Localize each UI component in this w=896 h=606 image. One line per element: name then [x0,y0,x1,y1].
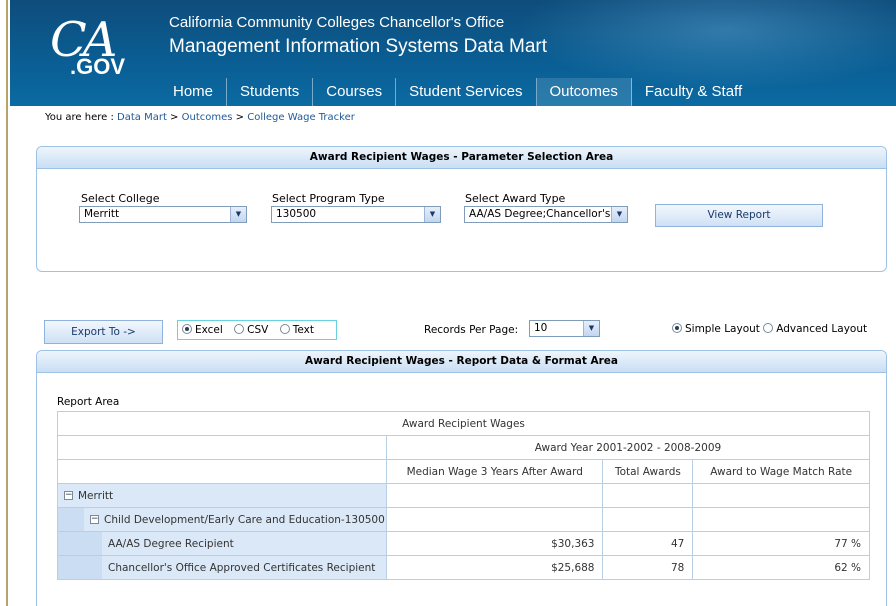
export-text-option[interactable]: Text [279,324,314,336]
table-row: − Merritt [57,483,870,508]
breadcrumb-separator: > [232,112,248,123]
column-header-match-rate[interactable]: Award to Wage Match Rate [692,459,870,484]
breadcrumb: You are here : Data Mart > Outcomes > Co… [45,112,355,123]
breadcrumb-prefix: You are here : [45,112,118,123]
simple-layout-option[interactable]: Simple Layout [672,323,760,335]
median-wage-cell: $30,363 [385,531,604,556]
nav-home[interactable]: Home [160,78,228,106]
empty-cell [602,483,694,508]
table-column-header-row: Median Wage 3 Years After Award Total Aw… [57,459,870,484]
nav-outcomes[interactable]: Outcomes [536,78,632,106]
radio-selected-icon[interactable] [182,324,192,334]
view-report-button[interactable]: View Report [655,204,823,227]
site-header: CA .GOV California Community Colleges Ch… [10,0,896,106]
empty-cell [385,507,604,532]
parameter-selection-panel: Award Recipient Wages - Parameter Select… [36,146,887,272]
report-panel-title: Award Recipient Wages - Report Data & Fo… [37,351,886,373]
total-awards-cell: 47 [602,531,694,556]
program-type-select[interactable]: 130500 ▼ [271,206,441,223]
collapse-toggle-icon[interactable]: − [90,515,99,524]
radio-icon[interactable] [279,324,290,334]
column-header-total-awards[interactable]: Total Awards [602,459,694,484]
award-year-header: Award Year 2001-2002 - 2008-2009 [385,435,871,460]
export-excel-option[interactable]: Excel [182,324,223,336]
column-header-median-wage[interactable]: Median Wage 3 Years After Award [385,459,604,484]
college-select-value: Merritt [84,208,120,220]
simple-layout-label: Simple Layout [685,323,760,335]
chevron-down-icon[interactable]: ▼ [583,321,599,336]
empty-header-cell [57,435,387,460]
org-name: California Community Colleges Chancellor… [169,14,505,31]
report-area-label: Report Area [57,396,120,408]
records-per-page-label: Records Per Page: [424,324,519,336]
row-label: Chancellor's Office Approved Certificate… [108,561,376,574]
table-row: − Child Development/Early Care and Educat… [57,507,870,532]
college-select[interactable]: Merritt ▼ [79,206,247,223]
college-group-label: Merritt [78,489,114,502]
award-type-select-value: AA/AS Degree;Chancellor's [469,208,611,220]
empty-cell [385,483,604,508]
radio-selected-icon[interactable] [672,323,682,333]
program-type-label: Select Program Type [272,192,385,205]
empty-cell [692,483,870,508]
match-rate-cell: 77 % [692,531,870,556]
ca-gov-logo[interactable]: CA .GOV [48,14,158,84]
records-per-page-value: 10 [534,322,548,334]
export-excel-label: Excel [195,324,223,336]
empty-cell [692,507,870,532]
export-csv-option[interactable]: CSV [234,324,268,336]
college-group-cell: − Merritt [57,483,387,508]
table-title-row: Award Recipient Wages [57,411,870,436]
layout-option-group: Simple Layout Advanced Layout [672,323,867,335]
nav-student-services[interactable]: Student Services [396,78,537,106]
table-year-row: Award Year 2001-2002 - 2008-2009 [57,435,871,460]
empty-cell [602,507,694,532]
median-wage-cell: $25,688 [385,555,604,580]
advanced-layout-label: Advanced Layout [776,323,868,335]
advanced-layout-option[interactable]: Advanced Layout [763,323,867,335]
logo-gov-text: .GOV [70,54,126,79]
total-awards-cell: 78 [602,555,694,580]
award-type-select[interactable]: AA/AS Degree;Chancellor's ▼ [464,206,628,223]
program-group-label: Child Development/Early Care and Educati… [104,513,385,526]
nav-courses[interactable]: Courses [313,78,397,106]
nav-students[interactable]: Students [227,78,314,106]
college-label: Select College [81,192,160,205]
row-label-cell: Chancellor's Office Approved Certificate… [57,555,387,580]
export-csv-label: CSV [247,324,269,336]
chevron-down-icon[interactable]: ▼ [611,207,627,222]
breadcrumb-data-mart[interactable]: Data Mart [117,112,167,123]
program-type-select-value: 130500 [276,208,317,220]
report-table: Award Recipient Wages Award Year 2001-20… [57,411,871,580]
award-type-label: Select Award Type [465,192,566,205]
export-format-group: Excel CSV Text [177,320,337,340]
breadcrumb-separator: > [166,112,182,123]
chevron-down-icon[interactable]: ▼ [424,207,440,222]
table-row: Chancellor's Office Approved Certificate… [57,555,870,580]
table-title: Award Recipient Wages [57,411,870,436]
match-rate-cell: 62 % [692,555,870,580]
nav-faculty-staff[interactable]: Faculty & Staff [632,78,755,106]
report-data-panel: Award Recipient Wages - Report Data & Fo… [36,350,887,606]
empty-header-cell [57,459,387,484]
page-border [6,0,8,606]
radio-icon[interactable] [234,324,245,334]
records-per-page-select[interactable]: 10 ▼ [529,320,600,337]
export-text-label: Text [292,324,314,336]
collapse-toggle-icon[interactable]: − [64,491,73,500]
row-label: AA/AS Degree Recipient [108,537,234,550]
export-to-button[interactable]: Export To -> [44,320,163,344]
chevron-down-icon[interactable]: ▼ [230,207,246,222]
row-label-cell: AA/AS Degree Recipient [57,531,387,556]
table-row: AA/AS Degree Recipient $30,363 47 77 % [57,531,870,556]
main-nav: Home Students Courses Student Services O… [160,78,755,106]
app-name: Management Information Systems Data Mart [169,36,548,57]
radio-icon[interactable] [763,323,774,333]
parameter-panel-title: Award Recipient Wages - Parameter Select… [37,147,886,169]
breadcrumb-college-wage-tracker[interactable]: College Wage Tracker [247,112,355,123]
program-group-cell: − Child Development/Early Care and Educat… [57,507,387,532]
breadcrumb-outcomes[interactable]: Outcomes [182,112,233,123]
